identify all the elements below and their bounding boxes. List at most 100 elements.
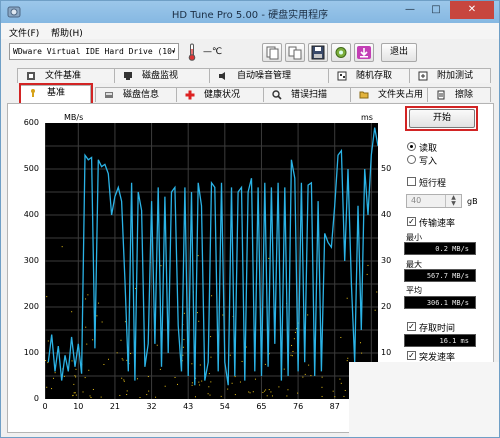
access-time-point: [229, 354, 231, 356]
x-tick: 43: [183, 402, 194, 411]
access-time-point: [120, 339, 122, 341]
access-time-point: [241, 360, 243, 362]
menu-file[interactable]: 文件(F): [9, 26, 39, 39]
access-time-point: [121, 358, 123, 360]
toolbar: WDware Virtual IDE Hard Drive (10' ▾ —℃: [1, 39, 499, 65]
close-button[interactable]: ✕: [450, 1, 494, 19]
access-time-checkbox[interactable]: ✓: [407, 322, 416, 331]
tab-health[interactable]: 健康状况: [176, 87, 264, 102]
access-time-point: [334, 396, 336, 398]
tab-disk-monitor[interactable]: 磁盘监视: [114, 68, 210, 83]
y-tick-left: 100: [23, 348, 39, 357]
random-access-icon: [337, 71, 347, 81]
access-time-point: [197, 255, 199, 257]
access-time-point: [126, 394, 128, 396]
access-time-point: [208, 373, 210, 375]
access-time-point: [85, 298, 87, 300]
transfer-rate-line: [47, 127, 379, 386]
tab-label: 自动噪音管理: [237, 71, 292, 81]
options-button[interactable]: [331, 43, 351, 62]
access-time-point: [321, 395, 323, 397]
avg-value: 306.1 MB/s: [404, 296, 476, 309]
y-tick-right: 40: [381, 210, 392, 219]
access-time-point: [107, 358, 109, 360]
access-time-point: [361, 352, 363, 354]
access-time-point: [297, 392, 299, 394]
monitor-icon: [124, 72, 132, 80]
access-time-point: [84, 377, 86, 379]
menu-help[interactable]: 帮助(H): [51, 26, 83, 39]
access-time-point: [343, 395, 345, 397]
access-time-point: [293, 338, 295, 340]
exit-button[interactable]: 退出: [381, 43, 417, 62]
tab-label: 擦除: [455, 90, 474, 100]
title-bar[interactable]: HD Tune Pro 5.00 - 硬盘实用程序 — □ ✕: [1, 1, 499, 23]
transfer-rate-checkbox[interactable]: ✓: [407, 217, 416, 226]
access-time-point: [263, 390, 265, 392]
short-stroke-checkbox[interactable]: [407, 177, 416, 186]
tab-extra-tests[interactable]: 附加测试: [409, 68, 491, 83]
access-time-point: [191, 382, 193, 384]
folder-icon: [359, 91, 369, 99]
tab-erase[interactable]: 擦除: [427, 87, 491, 102]
access-time-point: [75, 394, 77, 396]
access-time-point: [268, 257, 270, 259]
access-time-point: [119, 394, 121, 396]
save-icon: [311, 45, 325, 60]
access-time-point: [367, 264, 369, 266]
access-time-point: [191, 384, 193, 386]
access-time-point: [344, 389, 346, 391]
copy-all-button[interactable]: [285, 43, 305, 62]
access-time-point: [366, 273, 368, 275]
access-time-point: [270, 391, 272, 393]
health-cross-icon: [185, 90, 195, 100]
access-time-point: [147, 376, 149, 378]
tab-aam[interactable]: 自动噪音管理: [209, 68, 329, 83]
hd-tune-window: HD Tune Pro 5.00 - 硬盘实用程序 — □ ✕ 文件(F) 帮助…: [0, 0, 500, 438]
access-time-point: [148, 390, 150, 392]
short-stroke-spinner[interactable]: ▲ ▼: [445, 195, 461, 207]
write-radio[interactable]: [407, 155, 416, 164]
access-time-point: [63, 375, 65, 377]
minimize-button[interactable]: —: [397, 1, 423, 19]
access-time-point: [54, 372, 56, 374]
access-time-point: [196, 312, 198, 314]
access-time-point: [164, 385, 166, 387]
burst-rate-checkbox[interactable]: ✓: [407, 351, 416, 360]
access-time-point: [124, 321, 126, 323]
drive-select[interactable]: WDware Virtual IDE Hard Drive (10' ▾: [9, 43, 179, 60]
tab-random-access[interactable]: 随机存取: [328, 68, 410, 83]
y-tick-right: 10: [381, 348, 392, 357]
access-time-point: [360, 342, 362, 344]
access-time-point: [234, 394, 236, 396]
access-time-point: [103, 363, 105, 365]
access-time-point: [53, 377, 55, 379]
tab-file-benchmark[interactable]: 文件基准: [17, 68, 115, 83]
download-icon: [357, 46, 371, 59]
tab-disk-info[interactable]: 磁盘信息: [95, 87, 177, 102]
access-time-point: [100, 396, 102, 398]
y-tick-left: 300: [23, 256, 39, 265]
access-time-point: [252, 391, 254, 393]
access-time-point: [73, 392, 75, 394]
access-time-point: [47, 362, 49, 364]
access-time-point: [73, 383, 75, 385]
access-time-label: 存取时间: [419, 324, 456, 334]
access-time-point: [146, 394, 148, 396]
copy-info-button[interactable]: [262, 43, 282, 62]
save-button[interactable]: [308, 43, 328, 62]
watermark-area: [349, 362, 499, 437]
disk-info-icon: [105, 92, 113, 98]
tab-label: 磁盘监视: [142, 71, 179, 81]
access-time-point: [155, 396, 157, 398]
access-time-point: [271, 395, 273, 397]
tab-folder-usage[interactable]: 文件夹占用: [350, 87, 428, 102]
tab-error-scan[interactable]: 错误扫描: [263, 87, 351, 102]
access-time-point: [71, 360, 73, 362]
read-radio[interactable]: [407, 142, 416, 151]
download-button[interactable]: [354, 43, 374, 62]
access-time-point: [286, 395, 288, 397]
chevron-down-icon: ▾: [171, 47, 176, 56]
maximize-button[interactable]: □: [423, 1, 449, 19]
gear-icon: [335, 47, 347, 58]
